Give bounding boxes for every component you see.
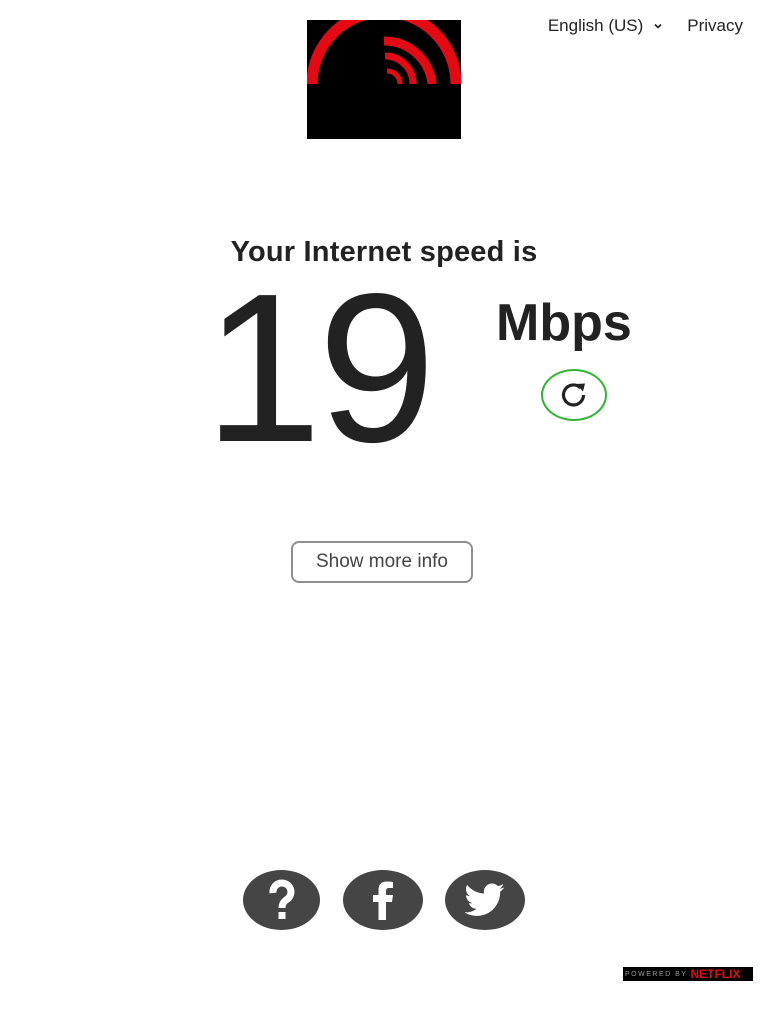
speed-units: Mbps (496, 294, 632, 352)
powered-by-label: POWERED BY (625, 970, 688, 978)
language-selector[interactable]: English (US) (548, 16, 663, 36)
top-navigation: English (US) Privacy (548, 16, 743, 36)
speed-value: 19 (204, 249, 436, 486)
refresh-button[interactable] (541, 369, 607, 421)
language-label: English (US) (547, 16, 644, 35)
powered-by-netflix-badge[interactable]: POWERED BY NETFLIX (623, 967, 753, 981)
privacy-link[interactable]: Privacy (687, 16, 743, 36)
fast-logo (307, 20, 461, 139)
facebook-share-button[interactable] (343, 870, 423, 930)
social-links (0, 870, 768, 932)
speed-arcs-logo-icon (307, 20, 461, 139)
speed-test-page: English (US) Privacy Your Internet speed… (0, 0, 768, 1024)
netflix-wordmark: NETFLIX (690, 967, 741, 981)
facebook-icon (373, 881, 393, 920)
help-button[interactable] (243, 870, 320, 930)
question-mark-icon (268, 879, 294, 919)
show-more-info-button[interactable]: Show more info (291, 541, 473, 583)
refresh-icon (561, 383, 586, 407)
chevron-down-icon (654, 23, 662, 29)
twitter-bird-icon (465, 883, 505, 916)
twitter-share-button[interactable] (445, 870, 525, 930)
